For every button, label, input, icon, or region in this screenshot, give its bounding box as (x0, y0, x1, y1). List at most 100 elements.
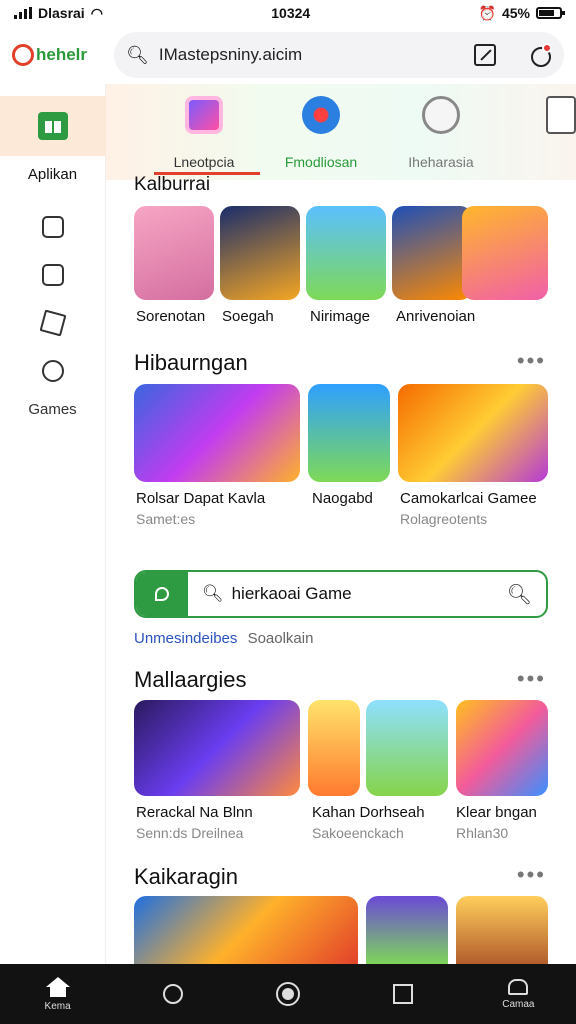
app-tile-4[interactable] (392, 206, 472, 300)
top-bar: hehelr 🔍︎ IMastepsniny.aicim (0, 26, 576, 84)
logo-text: hehelr (36, 45, 88, 64)
nav-search-icon (162, 984, 183, 1004)
tab-3-label: Iheharasia (408, 154, 474, 170)
game-tile-2[interactable] (308, 384, 390, 482)
nav-home[interactable]: Kema (18, 976, 98, 1012)
game-search-text: hierkaoai Game (231, 584, 352, 603)
wifi-icon: ◠ (90, 4, 103, 21)
status-time: 10324 (271, 5, 311, 21)
nav-center[interactable] (248, 982, 328, 1006)
game-search-small-icon: 🔍︎ (202, 584, 224, 603)
game-tile-3-sub: Rolagreotents (400, 511, 488, 527)
app-tile-4-label: Anrivenoian (396, 308, 476, 325)
game-tile-9[interactable] (366, 896, 448, 966)
app-tile-1-label: Sorenotan (136, 308, 206, 325)
game-tile-4-sub: Senn:ds Dreilnea (136, 825, 244, 841)
game-tile-6-sub: Sakoeenckach (312, 825, 404, 841)
notification-icon[interactable] (528, 43, 552, 67)
games-tab-icon (302, 96, 340, 134)
sidebar: Aplikan Games (0, 84, 106, 964)
carrier-name: Dlasrai (38, 5, 85, 21)
edit-icon[interactable] (474, 44, 496, 66)
status-left: Dlasrai ◠ (14, 5, 103, 22)
sidebar-item-download[interactable] (0, 203, 105, 251)
apps-tab-icon (185, 96, 223, 134)
sidebar-item-games-label: Games (28, 401, 77, 418)
download-icon (41, 216, 64, 238)
tab-2-label: Fmodliosan (284, 154, 358, 170)
link-primary[interactable]: Unmesindeibes (134, 630, 237, 647)
game-tile-7-label: Klear bngan (456, 804, 537, 821)
record-icon (275, 982, 300, 1006)
game-tile-7[interactable] (456, 700, 548, 796)
category-tabs: Lneotpcia Fmodliosan Iheharasia (106, 84, 576, 180)
battery-percent: 45% (501, 5, 530, 21)
game-tile-8[interactable] (134, 896, 358, 966)
more-tab-icon[interactable] (546, 96, 576, 134)
game-tile-6-label: Kahan Dorhseah (312, 804, 425, 821)
nav-search[interactable] (133, 984, 213, 1004)
game-tile-3[interactable] (398, 384, 548, 482)
game-tile-1[interactable] (134, 384, 300, 482)
settings-tab-icon (422, 96, 460, 134)
gamepad-icon (41, 360, 64, 382)
nav-home-label: Kema (44, 1000, 71, 1012)
search-icon: 🔍︎ (126, 44, 149, 65)
logo-mark-icon (12, 44, 34, 66)
app-tile-3-label: Nirimage (310, 308, 371, 325)
store-icon (38, 112, 68, 140)
status-right: ⏰ 45% (478, 4, 565, 22)
search-input[interactable]: 🔍︎ IMastepsniny.aicim (114, 32, 564, 78)
link-secondary[interactable]: Soaolkain (248, 630, 314, 647)
section-3-title: Mallaargies (134, 667, 247, 692)
app-tile-2[interactable] (220, 206, 300, 300)
game-search-badge (136, 572, 188, 616)
game-tile-6[interactable] (366, 700, 448, 796)
game-tile-2-label: Naogabd (312, 490, 373, 507)
status-bar: Dlasrai ◠ 10324 ⏰ 45% (0, 0, 576, 26)
game-tile-5[interactable] (308, 700, 360, 796)
nav-square[interactable] (363, 984, 443, 1004)
game-tile-7-sub: Rhlan30 (456, 825, 509, 841)
app-tile-1[interactable] (134, 206, 214, 300)
section-2-more-icon[interactable]: ••• (517, 348, 546, 374)
tab-3[interactable]: Iheharasia (371, 84, 511, 170)
game-tile-4-label: Rerackal Na Blnn (136, 804, 253, 821)
alarm-icon: ⏰ (478, 4, 496, 21)
sidebar-item-games[interactable] (0, 347, 105, 395)
app-tile-3[interactable] (306, 206, 386, 300)
sidebar-item-library[interactable] (0, 251, 105, 299)
bottom-nav: Kema Camaa (0, 964, 576, 1024)
section-3-more-icon[interactable]: ••• (517, 666, 546, 692)
game-tile-4[interactable] (134, 700, 300, 796)
library-icon (41, 264, 64, 286)
section-4-more-icon[interactable]: ••• (517, 862, 546, 888)
app-logo[interactable]: hehelr (12, 44, 108, 66)
nav-profile-label: Camaa (502, 998, 535, 1010)
section-2-title: Hibaurngan (134, 350, 248, 375)
sidebar-item-apps-label: Aplikan (27, 166, 78, 183)
game-search-body: 🔍︎ hierkaoai Game 🔍︎ (188, 582, 546, 607)
profile-icon (508, 978, 529, 995)
search-text: IMastepsniny.aicim (158, 45, 303, 64)
game-tile-1-label: Rolsar Dapat Kavla (136, 490, 266, 507)
notification-badge (542, 43, 552, 53)
signal-icon (14, 7, 32, 19)
game-search-bar[interactable]: 🔍︎ hierkaoai Game 🔍︎ (134, 570, 548, 618)
game-search-icon[interactable]: 🔍︎ (507, 582, 532, 607)
game-tile-1-sub: Samet:es (136, 511, 196, 527)
square-icon (393, 984, 414, 1004)
battery-icon (535, 7, 565, 19)
share-icon (39, 309, 66, 337)
app-tile-5[interactable] (462, 206, 548, 300)
sidebar-item-share[interactable] (0, 299, 105, 347)
tab-2[interactable]: Fmodliosan (251, 84, 391, 170)
nav-profile[interactable]: Camaa (478, 978, 558, 1010)
game-tile-3-label: Camokarlcai Gamee (400, 490, 537, 507)
section-1-title: Kalburrai (134, 174, 211, 195)
game-tile-10[interactable] (456, 896, 548, 966)
play-icon (155, 587, 169, 601)
home-icon (45, 976, 70, 997)
link-row: Unmesindeibes Soaolkain (134, 630, 313, 647)
sidebar-item-apps[interactable] (0, 96, 106, 156)
